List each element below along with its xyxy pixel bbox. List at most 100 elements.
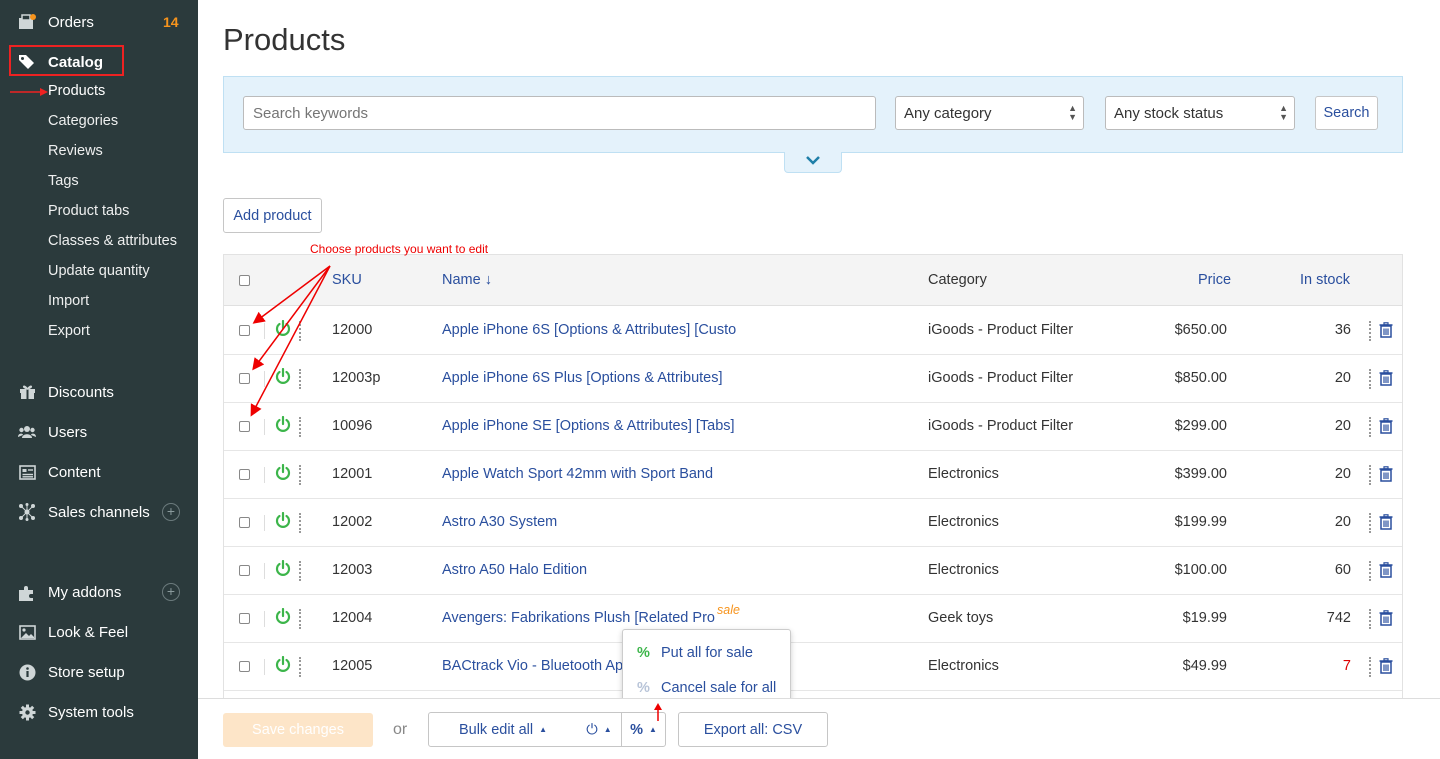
stock-column-header[interactable]: In stock — [1300, 272, 1350, 288]
sidebar-item-reviews[interactable]: Reviews — [48, 143, 103, 163]
nav-system-tools[interactable]: System tools — [0, 697, 198, 727]
red-arrow-up-icon — [654, 703, 662, 721]
drag-handle-icon[interactable] — [299, 513, 302, 533]
stock-status-select[interactable]: Any stock status ▲ ▼ — [1105, 96, 1295, 130]
sidebar-item-categories[interactable]: Categories — [48, 113, 118, 133]
product-name-link[interactable]: Apple Watch Sport 42mm with Sport Band — [442, 466, 713, 482]
row-checkbox[interactable] — [239, 517, 250, 528]
price-column-header[interactable]: Price — [1198, 272, 1231, 288]
add-product-button[interactable]: Add product — [223, 198, 322, 233]
trash-icon[interactable] — [1379, 610, 1393, 626]
product-name-link[interactable]: Avengers: Fabrikations Plush [Related Pr… — [442, 610, 715, 626]
price-cell[interactable]: $650.00 — [1175, 322, 1227, 338]
search-button[interactable]: Search — [1315, 96, 1378, 130]
power-icon[interactable] — [275, 608, 291, 624]
row-checkbox[interactable] — [239, 613, 250, 624]
content-icon — [18, 463, 36, 481]
price-cell[interactable]: $399.00 — [1175, 466, 1227, 482]
product-name-link[interactable]: Apple iPhone 6S Plus [Options & Attribut… — [442, 370, 723, 386]
sidebar-item-products[interactable]: Products — [48, 83, 105, 103]
stock-cell[interactable]: 20 — [1335, 514, 1351, 530]
row-checkbox[interactable] — [239, 565, 250, 576]
product-name-link[interactable]: Astro A30 System — [442, 514, 557, 530]
sidebar-item-classes-attributes[interactable]: Classes & attributes — [48, 233, 177, 253]
add-addon-icon[interactable]: + — [162, 583, 180, 601]
more-options-icon[interactable] — [1369, 513, 1372, 533]
row-checkbox[interactable] — [239, 661, 250, 672]
sku-cell: 12003 — [332, 562, 373, 578]
trash-icon[interactable] — [1379, 514, 1393, 530]
power-toggle-button[interactable]: ⏻ ▲ — [577, 712, 622, 747]
row-checkbox[interactable] — [239, 469, 250, 480]
cancel-sale-item[interactable]: % Cancel sale for all — [637, 680, 776, 696]
product-name-link[interactable]: Astro A50 Halo Edition — [442, 562, 587, 578]
stock-cell[interactable]: 20 — [1335, 370, 1351, 386]
price-cell[interactable]: $299.00 — [1175, 418, 1227, 434]
export-csv-button[interactable]: Export all: CSV — [678, 712, 828, 747]
price-cell[interactable]: $199.99 — [1175, 514, 1227, 530]
row-checkbox[interactable] — [239, 421, 250, 432]
price-cell[interactable]: $850.00 — [1175, 370, 1227, 386]
price-cell[interactable]: $19.99 — [1183, 610, 1227, 626]
put-all-for-sale-item[interactable]: % Put all for sale — [637, 645, 753, 661]
stock-cell[interactable]: 742 — [1327, 610, 1351, 626]
nav-discounts[interactable]: Discounts — [0, 377, 198, 407]
power-icon[interactable] — [275, 560, 291, 576]
stock-cell[interactable]: 60 — [1335, 562, 1351, 578]
nav-users[interactable]: Users — [0, 417, 198, 447]
save-changes-button[interactable]: Save changes — [223, 713, 373, 747]
stock-cell[interactable]: 36 — [1335, 322, 1351, 338]
nav-sales-channels[interactable]: Sales channels + — [0, 497, 198, 527]
sidebar-item-export[interactable]: Export — [48, 323, 90, 343]
expand-filters-toggle[interactable] — [784, 152, 842, 173]
add-sales-channel-icon[interactable]: + — [162, 503, 180, 521]
bulk-edit-all-button[interactable]: Bulk edit all ▲ — [428, 712, 578, 747]
price-cell[interactable]: $100.00 — [1175, 562, 1227, 578]
trash-icon[interactable] — [1379, 466, 1393, 482]
more-options-icon[interactable] — [1369, 369, 1372, 389]
main-content: Products Any category ▲▼ Any stock statu… — [198, 0, 1440, 759]
product-name-link[interactable]: BACtrack Vio - Bluetooth Ap — [442, 658, 623, 674]
drag-handle-icon[interactable] — [299, 609, 302, 629]
annotation-text: Choose products you want to edit — [310, 242, 489, 256]
stock-cell[interactable]: 20 — [1335, 418, 1351, 434]
stock-cell[interactable]: 7 — [1343, 658, 1351, 674]
nav-catalog[interactable]: Catalog — [0, 47, 198, 77]
sidebar-item-update-quantity[interactable]: Update quantity — [48, 263, 150, 283]
power-icon[interactable] — [275, 656, 291, 672]
more-options-icon[interactable] — [1369, 465, 1372, 485]
sidebar-item-tags[interactable]: Tags — [48, 173, 79, 193]
sidebar-item-import[interactable]: Import — [48, 293, 89, 313]
put-all-for-sale-label: Put all for sale — [661, 645, 753, 661]
name-column-header[interactable]: Name ↓ — [442, 272, 492, 288]
divider — [264, 659, 265, 675]
stock-cell[interactable]: 20 — [1335, 466, 1351, 482]
power-icon[interactable] — [275, 512, 291, 528]
power-icon[interactable] — [275, 464, 291, 480]
nav-orders[interactable]: Orders 14 — [0, 7, 198, 37]
more-options-icon[interactable] — [1369, 417, 1372, 437]
price-cell[interactable]: $49.99 — [1183, 658, 1227, 674]
search-input[interactable] — [243, 96, 876, 130]
trash-icon[interactable] — [1379, 418, 1393, 434]
trash-icon[interactable] — [1379, 562, 1393, 578]
sidebar-item-product-tabs[interactable]: Product tabs — [48, 203, 129, 223]
nav-my-addons[interactable]: My addons + — [0, 577, 198, 607]
nav-content[interactable]: Content — [0, 457, 198, 487]
more-options-icon[interactable] — [1369, 657, 1372, 677]
category-select[interactable]: Any category ▲ ▼ — [895, 96, 1084, 130]
trash-icon[interactable] — [1379, 370, 1393, 386]
more-options-icon[interactable] — [1369, 321, 1372, 341]
trash-icon[interactable] — [1379, 658, 1393, 674]
nav-look-feel[interactable]: Look & Feel — [0, 617, 198, 647]
more-options-icon[interactable] — [1369, 609, 1372, 629]
product-name-link[interactable]: Apple iPhone 6S [Options & Attributes] [… — [442, 322, 736, 338]
product-name-link[interactable]: Apple iPhone SE [Options & Attributes] [… — [442, 418, 735, 434]
more-options-icon[interactable] — [1369, 561, 1372, 581]
drag-handle-icon[interactable] — [299, 465, 302, 485]
trash-icon[interactable] — [1379, 322, 1393, 338]
drag-handle-icon[interactable] — [299, 657, 302, 677]
drag-handle-icon[interactable] — [299, 561, 302, 581]
nav-store-setup[interactable]: Store setup — [0, 657, 198, 687]
category-cell: Electronics — [928, 658, 999, 674]
